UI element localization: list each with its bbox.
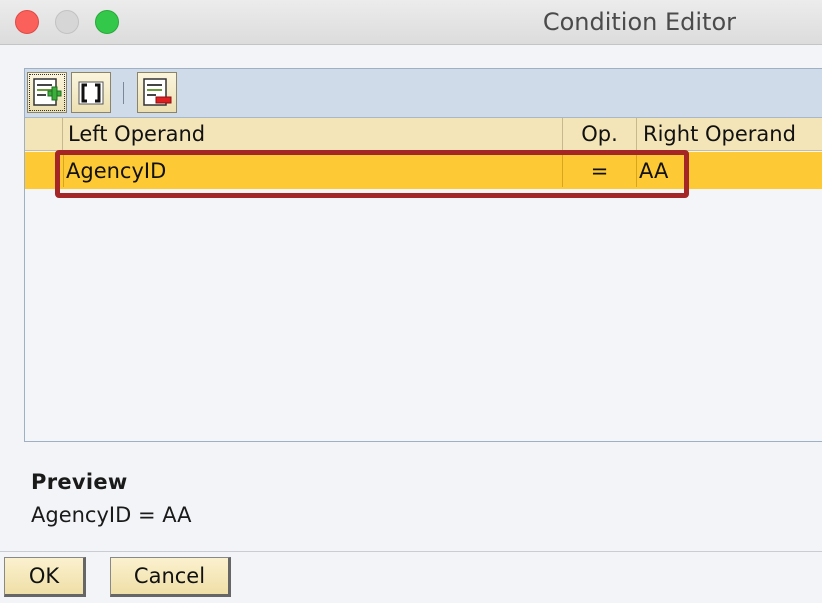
title-bar: Condition Editor <box>0 0 822 45</box>
close-window-button[interactable] <box>15 10 39 34</box>
left-operand-cell[interactable]: AgencyID <box>63 154 563 187</box>
add-condition-button[interactable] <box>27 72 67 113</box>
column-header-right-operand[interactable]: Right Operand <box>637 118 822 150</box>
ok-button[interactable]: OK <box>4 557 86 597</box>
preview-label: Preview <box>31 470 128 494</box>
toolbar <box>25 69 822 118</box>
table-header: Left Operand Op. Right Operand <box>25 118 822 151</box>
preview-text: AgencyID = AA <box>31 503 192 527</box>
row-selector-header <box>25 118 63 150</box>
brackets-icon <box>78 81 104 105</box>
right-operand-cell[interactable]: AA <box>637 154 822 187</box>
column-header-operator[interactable]: Op. <box>563 118 637 150</box>
brackets-button[interactable] <box>71 72 111 113</box>
condition-editor-window: Condition Editor Left Operand Op. Right … <box>0 0 822 603</box>
table-row[interactable]: AgencyID = AA <box>25 152 822 189</box>
window-title: Condition Editor <box>542 8 736 36</box>
bottom-divider <box>0 551 822 552</box>
cancel-button[interactable]: Cancel <box>110 557 231 597</box>
row-selector[interactable] <box>25 154 63 187</box>
remove-condition-button[interactable] <box>137 72 177 113</box>
toolbar-separator <box>123 82 124 104</box>
add-condition-icon <box>33 78 62 106</box>
remove-condition-icon <box>143 78 172 106</box>
zoom-window-button[interactable] <box>95 10 119 34</box>
operator-cell[interactable]: = <box>563 154 637 187</box>
conditions-panel: Left Operand Op. Right Operand AgencyID … <box>24 68 822 442</box>
column-header-left-operand[interactable]: Left Operand <box>63 118 563 150</box>
minimize-window-button[interactable] <box>55 10 79 34</box>
